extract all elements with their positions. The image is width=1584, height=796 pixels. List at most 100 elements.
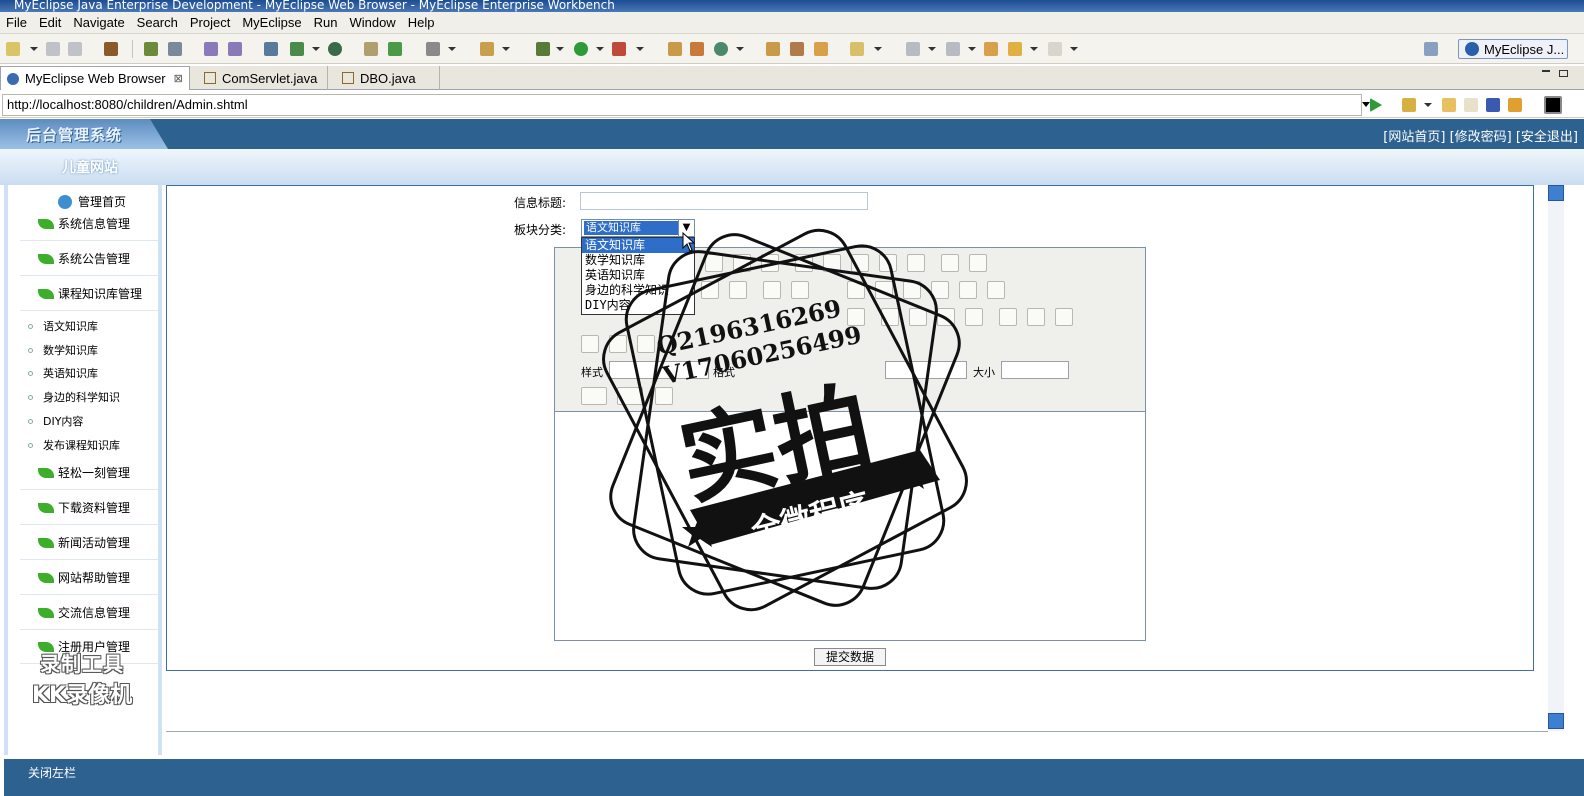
- prev-annotation-icon[interactable]: [946, 42, 960, 56]
- web-project-icon[interactable]: [264, 42, 278, 56]
- import-icon[interactable]: [290, 42, 304, 56]
- menu-run[interactable]: Run: [308, 15, 344, 30]
- tab-web-browser[interactable]: MyEclipse Web Browser ⊠: [0, 66, 190, 90]
- external-tools-icon[interactable]: [612, 42, 626, 56]
- close-icon[interactable]: ⊠: [174, 72, 183, 85]
- open-type-icon[interactable]: [766, 42, 780, 56]
- menu-help[interactable]: Help: [402, 15, 441, 30]
- back-icon[interactable]: [1442, 98, 1456, 112]
- hidden-field-icon[interactable]: [987, 281, 1005, 299]
- chevron-down-icon[interactable]: [1424, 103, 1432, 107]
- sidebar-subitem[interactable]: 发布课程知识库: [28, 437, 120, 453]
- refresh-icon[interactable]: [1508, 98, 1522, 112]
- sidebar-item-downloads[interactable]: 下载资料管理: [20, 491, 158, 525]
- chevron-down-icon[interactable]: [312, 47, 320, 51]
- menu-myeclipse[interactable]: MyEclipse: [236, 15, 307, 30]
- sidebar-item-system-info[interactable]: 系统信息管理: [20, 207, 158, 241]
- server-icon[interactable]: [168, 42, 182, 56]
- back-arrow-icon[interactable]: [1008, 42, 1022, 56]
- favorites-icon[interactable]: [1402, 98, 1416, 112]
- sidebar-item-news[interactable]: 新闻活动管理: [20, 526, 158, 560]
- fullscreen-icon[interactable]: [1544, 96, 1562, 114]
- sidebar-item-announcements[interactable]: 系统公告管理: [20, 242, 158, 276]
- chevron-down-icon[interactable]: [448, 47, 456, 51]
- scroll-down-icon[interactable]: [1548, 713, 1564, 729]
- run-icon[interactable]: [574, 42, 588, 56]
- minimize-icon[interactable]: [1542, 70, 1550, 72]
- screenshot-icon[interactable]: [426, 42, 440, 56]
- undeploy-icon[interactable]: [228, 42, 242, 56]
- search-folder-icon[interactable]: [850, 42, 864, 56]
- refresh-icon[interactable]: [388, 42, 402, 56]
- menu-edit[interactable]: Edit: [33, 15, 67, 30]
- close-sidebar-link[interactable]: 关闭左栏: [28, 764, 76, 781]
- cycle-icon[interactable]: [714, 42, 728, 56]
- package-icon[interactable]: [104, 42, 118, 56]
- chevron-down-icon[interactable]: [1070, 47, 1078, 51]
- task-icon[interactable]: [814, 42, 828, 56]
- title-input[interactable]: [580, 192, 868, 210]
- new-wizard-icon[interactable]: [480, 42, 494, 56]
- chevron-down-icon[interactable]: [502, 47, 510, 51]
- url-input[interactable]: http://localhost:8080/children/Admin.sht…: [2, 94, 1362, 116]
- sidebar-subitem[interactable]: 英语知识库: [28, 365, 98, 381]
- sidebar-subitem[interactable]: DIY内容: [28, 413, 83, 429]
- scroll-up-icon[interactable]: [1548, 185, 1564, 201]
- mouse-cursor-icon: [682, 232, 696, 252]
- open-folder-icon[interactable]: [364, 42, 378, 56]
- admin-logo: 后台管理系统: [26, 126, 123, 144]
- debug-server-icon[interactable]: [144, 42, 158, 56]
- forward-arrow-icon[interactable]: [1048, 42, 1062, 56]
- open-perspective-icon[interactable]: [1424, 42, 1438, 56]
- chevron-down-icon[interactable]: [968, 47, 976, 51]
- menu-file[interactable]: File: [0, 15, 33, 30]
- chevron-down-icon[interactable]: [636, 47, 644, 51]
- stop-icon[interactable]: [1486, 98, 1500, 112]
- menu-search[interactable]: Search: [131, 15, 184, 30]
- chevron-down-icon[interactable]: [1362, 102, 1370, 107]
- save-all-icon[interactable]: [68, 42, 82, 56]
- sidebar-subitem[interactable]: 身边的科学知识: [28, 389, 120, 405]
- chevron-down-icon[interactable]: [874, 47, 882, 51]
- gift-icon[interactable]: [690, 42, 704, 56]
- menu-navigate[interactable]: Navigate: [67, 15, 130, 30]
- tab-dbo[interactable]: DBO.java: [336, 66, 440, 90]
- sidebar-item-label: 网站帮助管理: [58, 571, 131, 585]
- sidebar-item-messages[interactable]: 交流信息管理: [20, 596, 158, 630]
- menu-window[interactable]: Window: [343, 15, 401, 30]
- chevron-down-icon[interactable]: [30, 47, 38, 51]
- new-icon[interactable]: [6, 42, 20, 56]
- debug-icon[interactable]: [536, 42, 550, 56]
- next-annotation-icon[interactable]: [906, 42, 920, 56]
- last-edit-icon[interactable]: [984, 42, 998, 56]
- chevron-down-icon[interactable]: [928, 47, 936, 51]
- sidebar-item-label: 系统信息管理: [58, 217, 131, 231]
- maximize-icon[interactable]: [1559, 70, 1568, 77]
- chevron-down-icon[interactable]: [556, 47, 564, 51]
- chevron-down-icon[interactable]: [736, 47, 744, 51]
- globe-icon[interactable]: [328, 42, 342, 56]
- deploy-icon[interactable]: [204, 42, 218, 56]
- submit-button[interactable]: 提交数据: [814, 648, 886, 666]
- save-icon[interactable]: [46, 42, 60, 56]
- size-select[interactable]: [1001, 361, 1069, 379]
- sidebar-item-course-library[interactable]: 课程知识库管理: [20, 277, 158, 311]
- hierarchy-icon[interactable]: [668, 42, 682, 56]
- go-icon[interactable]: [1370, 98, 1382, 112]
- sidebar-subitem[interactable]: 语文知识库: [28, 318, 98, 334]
- anchor-icon[interactable]: [1055, 308, 1073, 326]
- unlink-icon[interactable]: [1027, 308, 1045, 326]
- menu-project[interactable]: Project: [184, 15, 236, 30]
- perspective-switcher[interactable]: MyEclipse J...: [1458, 39, 1568, 59]
- sidebar-item-help[interactable]: 网站帮助管理: [20, 561, 158, 595]
- header-links[interactable]: [网站首页] [修改密码] [安全退出]: [1383, 126, 1578, 145]
- rocket-icon[interactable]: [790, 42, 804, 56]
- scrollbar[interactable]: [1548, 185, 1564, 731]
- forward-icon[interactable]: [1464, 98, 1478, 112]
- sidebar-item-fun[interactable]: 轻松一刻管理: [20, 456, 158, 490]
- chevron-down-icon[interactable]: [1030, 47, 1038, 51]
- tab-comservlet[interactable]: ComServlet.java: [198, 66, 328, 90]
- link-icon[interactable]: [999, 308, 1017, 326]
- chevron-down-icon[interactable]: [596, 47, 604, 51]
- sidebar-subitem[interactable]: 数学知识库: [28, 342, 98, 358]
